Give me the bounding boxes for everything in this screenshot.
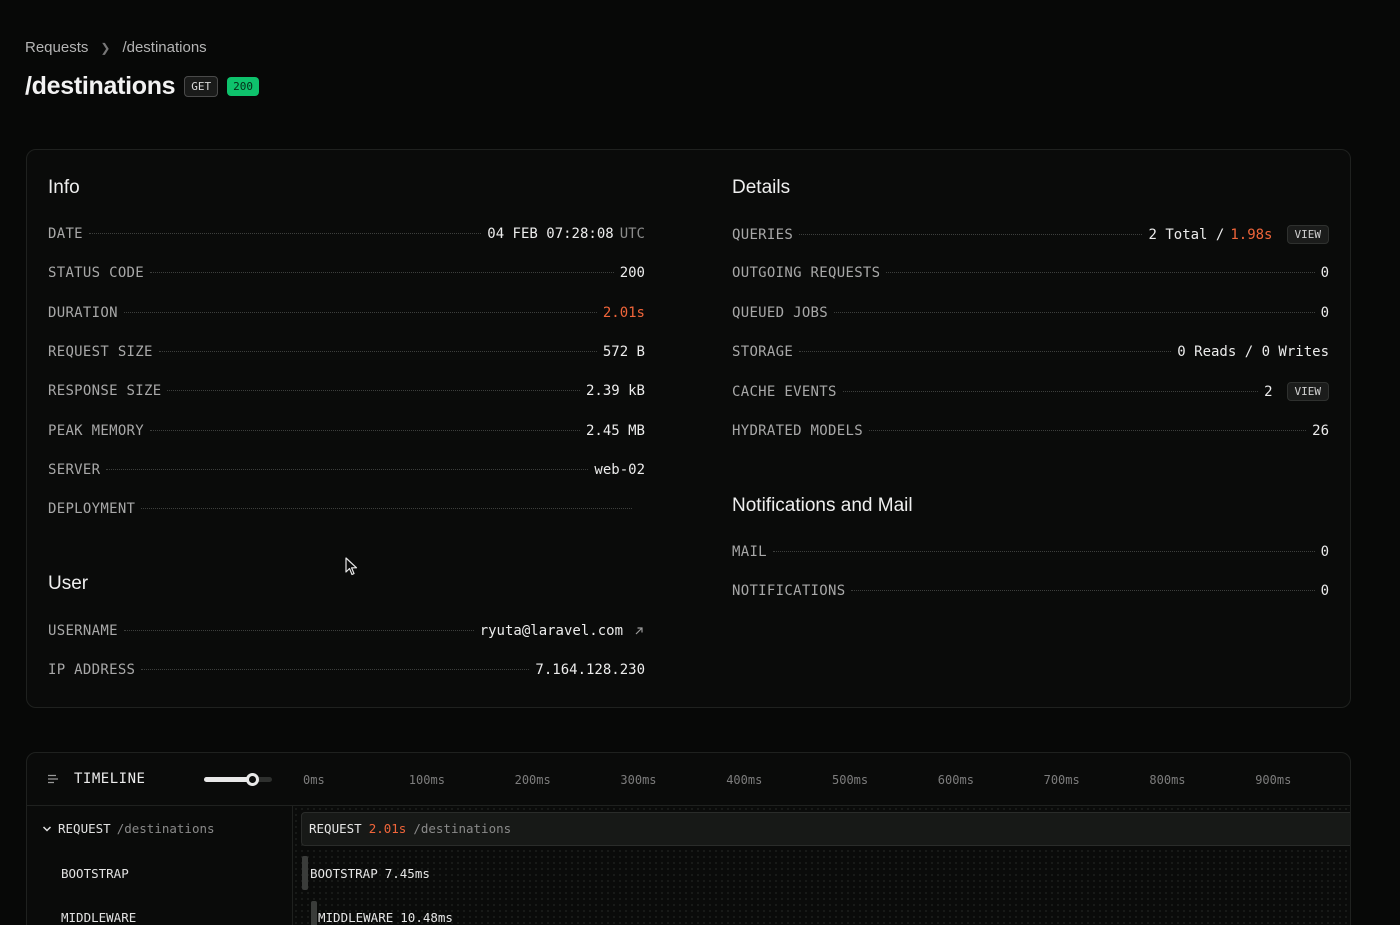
- tree-item-middleware[interactable]: MIDDLEWARE: [61, 910, 136, 925]
- mouse-cursor-icon: [345, 557, 358, 576]
- info-row-duration: DURATION 2.01s: [48, 305, 645, 321]
- timeline-tree: REQUEST /destinations BOOTSTRAP MIDDLEWA…: [27, 806, 293, 925]
- details-row-hydrated-models: HYDRATED MODELS 26: [732, 423, 1329, 439]
- details-row-queries: QUERIES 2 Total / 1.98s VIEW: [732, 225, 1329, 245]
- breadcrumb-requests-link[interactable]: Requests: [25, 39, 88, 56]
- timeline-tick: 100ms: [408, 773, 445, 787]
- timeline-tick: 0ms: [303, 773, 325, 787]
- tree-item-bootstrap[interactable]: BOOTSTRAP: [61, 866, 129, 881]
- info-row-server: SERVER web-02: [48, 462, 645, 478]
- timeline-bar-bootstrap[interactable]: [302, 856, 308, 890]
- zoom-slider-fill: [204, 777, 252, 782]
- breadcrumb-current: /destinations: [122, 39, 207, 56]
- page-header: /destinations GET 200: [25, 72, 260, 101]
- timeline-tick: 400ms: [726, 773, 763, 787]
- info-row-deployment: DEPLOYMENT: [48, 501, 638, 521]
- details-row-storage: STORAGE 0 Reads / 0 Writes: [732, 344, 1329, 360]
- chevron-right-icon: ❯: [100, 40, 111, 55]
- info-row-peak-memory: PEAK MEMORY 2.45 MB: [48, 423, 645, 439]
- details-row-cache-events: CACHE EVENTS 2 VIEW: [732, 382, 1329, 402]
- view-queries-button[interactable]: VIEW: [1286, 225, 1329, 244]
- notifications-row-notifications: NOTIFICATIONS 0: [732, 583, 1329, 599]
- request-details-card: Info DATE 04 FEB 07:28:08 UTC STATUS CODE…: [26, 149, 1351, 708]
- timeline-bar-middleware[interactable]: [311, 901, 317, 925]
- timeline-tick: 200ms: [514, 773, 551, 787]
- info-row-response-size: RESPONSE SIZE 2.39 kB: [48, 383, 645, 399]
- info-title: Info: [48, 177, 80, 198]
- details-row-outgoing-requests: OUTGOING REQUESTS 0: [732, 265, 1329, 281]
- user-title: User: [48, 573, 89, 594]
- tree-item-request[interactable]: REQUEST /destinations: [42, 821, 215, 836]
- notifications-title: Notifications and Mail: [732, 495, 913, 516]
- user-row-ip-address: IP ADDRESS 7.164.128.230: [48, 662, 645, 678]
- info-row-status-code: STATUS CODE 200: [48, 265, 645, 281]
- zoom-slider-handle[interactable]: [245, 773, 259, 786]
- timeline-tick: 900ms: [1255, 773, 1292, 787]
- breadcrumb: Requests ❯ /destinations: [25, 39, 207, 56]
- zoom-slider[interactable]: [204, 777, 272, 782]
- timeline-header: TIMELINE 0ms 100ms 200ms 300ms 400ms 500ms 600…: [27, 753, 1350, 806]
- notifications-row-mail: MAIL 0: [732, 544, 1329, 560]
- list-icon[interactable]: [47, 773, 59, 785]
- method-badge: GET: [184, 76, 219, 97]
- chevron-down-icon[interactable]: [42, 824, 52, 834]
- info-row-date: DATE 04 FEB 07:28:08 UTC: [48, 226, 645, 242]
- timeline-chart: REQUEST 2.01s /destinations BOOTSTRAP 7.…: [293, 806, 1350, 925]
- username-link[interactable]: ryuta@laravel.com: [480, 623, 623, 639]
- timeline-tick: 600ms: [937, 773, 974, 787]
- timeline-tick: 500ms: [832, 773, 869, 787]
- timeline-bar-bootstrap-label: BOOTSTRAP 7.45ms: [310, 866, 430, 881]
- details-row-queued-jobs: QUEUED JOBS 0: [732, 305, 1329, 321]
- timeline-tick: 700ms: [1043, 773, 1080, 787]
- view-cache-events-button[interactable]: VIEW: [1286, 382, 1329, 401]
- external-link-icon[interactable]: [633, 625, 645, 637]
- status-badge: 200: [227, 77, 260, 96]
- timeline-title: TIMELINE: [74, 771, 146, 787]
- info-row-request-size: REQUEST SIZE 572 B: [48, 344, 645, 360]
- user-row-username: USERNAME ryuta@laravel.com: [48, 623, 645, 643]
- timeline-bar-middleware-label: MIDDLEWARE 10.48ms: [318, 910, 453, 925]
- timeline-tick: 800ms: [1149, 773, 1186, 787]
- timeline-panel: TIMELINE 0ms 100ms 200ms 300ms 400ms 500ms 600…: [26, 752, 1351, 925]
- timeline-tick: 300ms: [620, 773, 657, 787]
- timeline-bar-request-label: REQUEST 2.01s /destinations: [309, 821, 512, 836]
- details-title: Details: [732, 177, 791, 198]
- page-title: /destinations: [25, 72, 176, 100]
